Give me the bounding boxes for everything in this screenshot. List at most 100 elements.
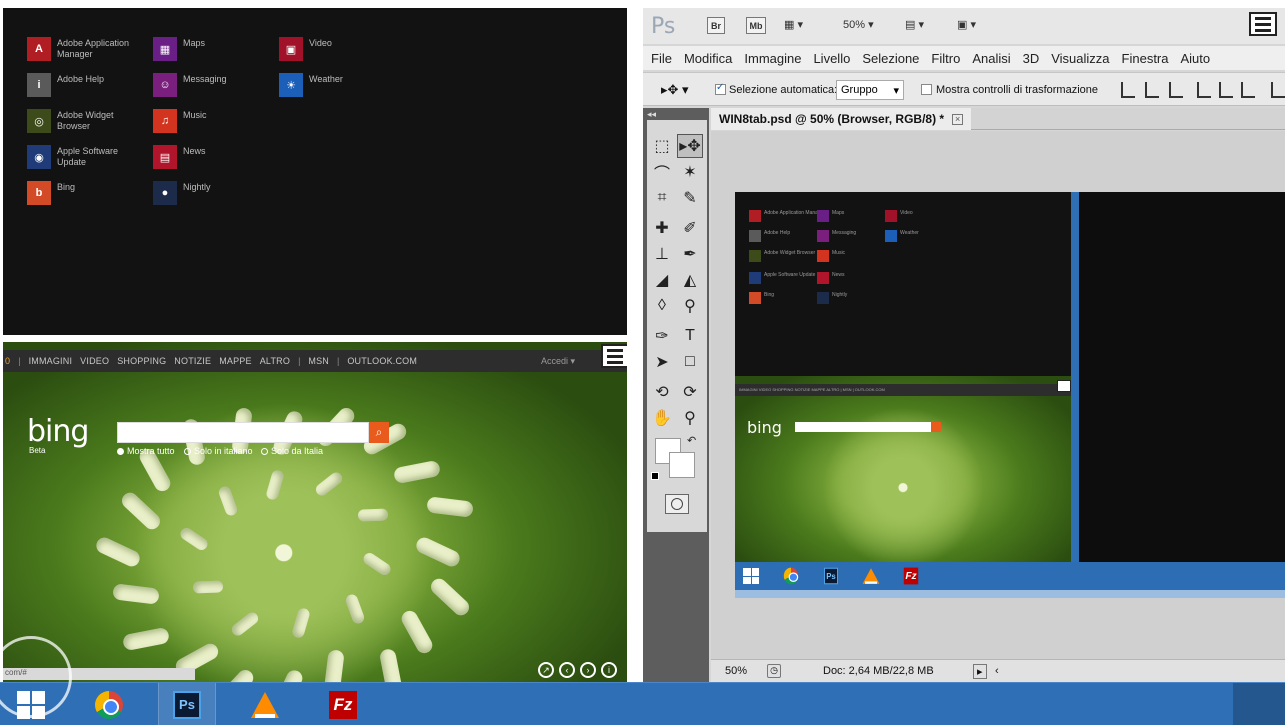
eraser-tool-icon[interactable]: ◢ [649, 268, 675, 292]
bing-search-input[interactable] [117, 422, 369, 443]
paint-bucket-tool-icon[interactable]: ◭ [677, 268, 703, 292]
app-tile[interactable]: ☀ Weather [279, 73, 399, 97]
app-tile[interactable]: ♫ Music [153, 109, 273, 133]
move-tool-preset-icon[interactable]: ▸✥ ▾ [661, 82, 689, 98]
info-icon[interactable]: i [601, 662, 617, 678]
app-tile[interactable]: ▤ News [153, 145, 273, 169]
taskbar-chrome[interactable] [80, 683, 138, 725]
menu-visualizza[interactable]: Visualizza [1051, 51, 1109, 66]
share-icon[interactable]: ↗ [538, 662, 554, 678]
collapse-panel-icon[interactable]: ◂◂ [647, 109, 656, 120]
next-image-icon[interactable]: › [580, 662, 596, 678]
radio-mostra-tutto[interactable]: Mostra tutto [117, 446, 175, 456]
eyedropper-tool-icon[interactable]: ✎ [677, 186, 703, 210]
nav-link-video[interactable]: VIDEO [80, 356, 109, 366]
menu-aiuto[interactable]: Aiuto [1181, 51, 1211, 66]
view-extras-dropdown[interactable]: ▦ ▾ [784, 18, 803, 31]
menu-immagine[interactable]: Immagine [744, 51, 801, 66]
nav-link-altro[interactable]: ALTRO [260, 356, 290, 366]
nav-link-mappe[interactable]: MAPPE [219, 356, 252, 366]
menu-analisi[interactable]: Analisi [972, 51, 1010, 66]
app-tile[interactable]: ◉ Apple Software Update [27, 145, 147, 169]
zoom-tool-icon[interactable]: ⚲ [677, 406, 703, 430]
menu-finestra[interactable]: Finestra [1122, 51, 1169, 66]
hand-tool-icon[interactable]: ✋ [649, 406, 675, 430]
auto-select-dropdown[interactable]: Gruppo ▾ [836, 80, 904, 100]
start-button[interactable] [2, 683, 60, 725]
align-horizontal-centers-icon[interactable] [1219, 82, 1233, 98]
blur-tool-icon[interactable]: ◊ [649, 294, 675, 318]
path-selection-tool-icon[interactable]: ➤ [649, 350, 675, 374]
dodge-tool-icon[interactable]: ⚲ [677, 294, 703, 318]
canvas-document[interactable]: Adobe Application Manager Adobe Help Adobe… [735, 192, 1285, 598]
menu-livello[interactable]: Livello [813, 51, 850, 66]
menu-3d[interactable]: 3D [1023, 51, 1040, 66]
bridge-button[interactable]: Br [707, 17, 725, 34]
radio-solo-italiano[interactable]: Solo in italiano [184, 446, 253, 456]
app-tile[interactable]: b Bing [27, 181, 147, 205]
document-tab[interactable]: WIN8tab.psd @ 50% (Browser, RGB/8) * × [711, 108, 972, 130]
nav-link-shopping[interactable]: SHOPPING [117, 356, 166, 366]
app-tile[interactable]: ▦ Maps [153, 37, 273, 61]
minibridge-button[interactable]: Mb [746, 17, 766, 34]
pen-tool-icon[interactable]: ✑ [649, 324, 675, 348]
quick-mask-button[interactable] [665, 494, 689, 514]
previous-image-icon[interactable]: ‹ [559, 662, 575, 678]
transform-controls-checkbox[interactable] [921, 84, 932, 95]
align-right-icon[interactable] [1241, 82, 1255, 98]
align-vertical-centers-icon[interactable] [1145, 82, 1159, 98]
move-tool-icon[interactable]: ▸✥ [677, 134, 703, 158]
app-tile[interactable]: ◎ Adobe Widget Browser [27, 109, 147, 133]
nav-first-item[interactable]: 0 [5, 356, 10, 366]
canvas-area[interactable]: Adobe Application Manager Adobe Help Adobe… [711, 131, 1285, 659]
sign-in-link[interactable]: Accedi ▾ [541, 356, 575, 367]
3d-rotate-tool-icon[interactable]: ⟲ [649, 380, 675, 404]
menu-modifica[interactable]: Modifica [684, 51, 732, 66]
menu-selezione[interactable]: Selezione [862, 51, 919, 66]
taskbar-photoshop[interactable]: Ps [158, 683, 216, 725]
status-menu-arrow-icon[interactable]: ▸ [973, 664, 987, 679]
default-colors-icon[interactable] [651, 472, 659, 480]
zoom-level-dropdown[interactable]: 50% ▾ [843, 18, 874, 31]
radio-solo-italia[interactable]: Solo da Italia [261, 446, 323, 456]
app-tile[interactable]: i Adobe Help [27, 73, 147, 97]
lasso-tool-icon[interactable]: ⌒ [649, 160, 675, 184]
status-zoom-level[interactable]: 50% [725, 665, 747, 677]
taskbar-vlc[interactable] [236, 683, 294, 725]
3d-orbit-tool-icon[interactable]: ⟳ [677, 380, 703, 404]
arrange-documents-dropdown[interactable]: ▤ ▾ [905, 18, 924, 31]
screen-mode-dropdown[interactable]: ▣ ▾ [957, 18, 976, 31]
nav-link-outlook[interactable]: OUTLOOK.COM [347, 356, 417, 366]
magic-wand-tool-icon[interactable]: ✶ [677, 160, 703, 184]
nav-link-immagini[interactable]: IMMAGINI [29, 356, 73, 366]
align-top-icon[interactable] [1121, 82, 1135, 98]
nav-link-notizie[interactable]: NOTIZIE [174, 356, 211, 366]
bing-search-button[interactable]: ⌕ [369, 422, 389, 443]
rectangular-marquee-tool-icon[interactable]: ⬚ [649, 134, 675, 158]
app-tile[interactable]: ▣ Video [279, 37, 399, 61]
menu-file[interactable]: File [651, 51, 672, 66]
app-tile[interactable]: ● Nightly [153, 181, 273, 205]
nav-link-msn[interactable]: MSN [308, 356, 329, 366]
status-options-icon[interactable]: ◷ [767, 664, 781, 678]
brush-tool-icon[interactable]: ✐ [677, 216, 703, 240]
workspace-menu-icon[interactable] [1249, 12, 1277, 36]
swap-colors-icon[interactable]: ↶ [687, 434, 696, 447]
background-color-swatch[interactable] [669, 452, 695, 478]
close-icon[interactable]: × [952, 113, 964, 125]
crop-tool-icon[interactable]: ⌗ [649, 186, 675, 210]
taskbar-filezilla[interactable]: Fz [314, 683, 372, 725]
align-left-icon[interactable] [1197, 82, 1211, 98]
type-tool-icon[interactable]: T [677, 324, 703, 348]
history-brush-tool-icon[interactable]: ✒ [677, 242, 703, 266]
distribute-icon[interactable] [1271, 82, 1285, 98]
menu-filtro[interactable]: Filtro [931, 51, 960, 66]
rectangle-tool-icon[interactable]: □ [677, 350, 703, 374]
app-tile[interactable]: ☺ Messaging [153, 73, 273, 97]
app-tile[interactable]: A Adobe Application Manager [27, 37, 147, 61]
show-desktop-area[interactable] [1233, 683, 1285, 725]
healing-brush-tool-icon[interactable]: ✚ [649, 216, 675, 240]
browser-menu-icon[interactable] [601, 344, 627, 368]
clone-stamp-tool-icon[interactable]: ⊥ [649, 242, 675, 266]
align-bottom-icon[interactable] [1169, 82, 1183, 98]
